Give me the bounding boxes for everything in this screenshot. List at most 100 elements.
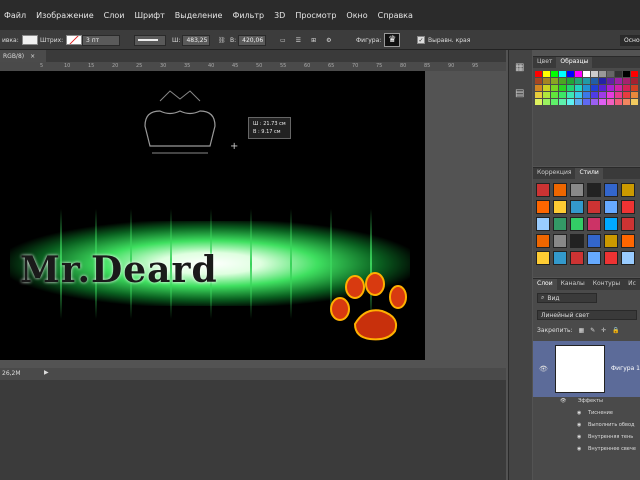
effect-bevel[interactable]: Тиснение [588,410,613,416]
style-preset[interactable] [570,217,584,231]
settings-gear-icon[interactable]: ⚙ [326,37,331,44]
style-preset[interactable] [570,251,584,265]
link-icon[interactable]: ⛓ [218,37,226,44]
color-swatch[interactable] [567,71,574,77]
color-swatch[interactable] [583,99,590,105]
tab-styles[interactable]: Стили [575,168,603,179]
visibility-eye-icon[interactable]: 👁 [539,365,548,373]
effects-eye-icon[interactable]: 👁 [560,398,566,404]
menu-type[interactable]: Шрифт [134,11,164,25]
layer-name[interactable]: Фигура 1 [611,365,640,372]
color-swatch[interactable] [623,99,630,105]
color-swatch[interactable] [535,85,542,91]
style-preset[interactable] [587,217,601,231]
color-swatch[interactable] [575,85,582,91]
document-tab[interactable]: RGB/8) × [0,50,46,62]
lock-pixels-icon[interactable]: ▦ [579,327,585,334]
menu-help[interactable]: Справка [378,11,413,25]
color-swatch[interactable] [551,92,558,98]
stroke-type-select[interactable] [134,34,166,46]
style-preset[interactable] [536,217,550,231]
color-swatch[interactable] [607,92,614,98]
style-preset[interactable] [621,217,635,231]
style-preset[interactable] [604,217,618,231]
color-swatch[interactable] [575,71,582,77]
style-preset[interactable] [553,183,567,197]
width-field[interactable]: 483,25 [182,34,211,46]
style-preset[interactable] [570,234,584,248]
color-swatch[interactable] [631,92,638,98]
lock-brush-icon[interactable]: ✎ [590,327,595,334]
color-swatch[interactable] [567,92,574,98]
style-preset[interactable] [604,183,618,197]
color-swatch[interactable] [543,92,550,98]
path-operations-icon[interactable]: ▭ [280,37,286,44]
style-preset[interactable] [621,183,635,197]
effect-bevel-eye-icon[interactable]: ◉ [577,410,581,416]
color-swatch[interactable] [559,92,566,98]
color-panel-icon[interactable]: ▦ [515,62,524,73]
lock-move-icon[interactable]: ✛ [601,327,606,334]
effect-inner-glow-eye-icon[interactable]: ◉ [577,446,581,452]
stroke-width-field[interactable]: 3 пт [82,34,120,46]
color-swatch[interactable] [551,78,558,84]
crown-shape-outline[interactable] [140,81,220,161]
color-swatch[interactable] [623,71,630,77]
menu-layers[interactable]: Слои [104,11,125,25]
color-swatch[interactable] [631,99,638,105]
color-swatch[interactable] [567,85,574,91]
align-edges-checkbox[interactable]: ✓ [417,36,425,44]
adjustments-panel-icon[interactable]: ▤ [515,88,524,99]
document-canvas[interactable]: Ш : 21.73 см В : 9.17 см + Mr.Deard [0,71,425,360]
color-swatch[interactable] [631,78,638,84]
menu-file[interactable]: Файл [4,11,26,25]
style-preset[interactable] [587,251,601,265]
tab-paths[interactable]: Контуры [589,279,624,290]
workspace-button[interactable]: Осно [620,34,640,46]
color-swatch[interactable] [615,85,622,91]
color-swatch[interactable] [615,78,622,84]
style-preset[interactable] [587,234,601,248]
color-swatch[interactable] [591,71,598,77]
color-swatch[interactable] [535,78,542,84]
color-swatch[interactable] [551,71,558,77]
menu-window[interactable]: Окно [346,11,367,25]
effect-stroke[interactable]: Выполнить обвод [588,422,634,428]
color-swatch[interactable] [559,71,566,77]
paw-print-image[interactable] [320,269,415,349]
crown-shape-picker[interactable]: ♛ [384,33,401,47]
color-swatch[interactable] [535,71,542,77]
style-preset[interactable] [621,234,635,248]
color-swatch[interactable] [543,85,550,91]
path-arrangement-icon[interactable]: ⊞ [311,37,316,44]
color-swatch[interactable] [599,92,606,98]
color-swatch[interactable] [535,99,542,105]
color-swatch[interactable] [567,99,574,105]
close-icon[interactable]: × [30,53,35,60]
color-swatch[interactable] [575,92,582,98]
stroke-type-field[interactable] [134,34,166,46]
color-swatch[interactable] [615,92,622,98]
color-swatch[interactable] [543,71,550,77]
tab-adjustments[interactable]: Коррекция [533,168,575,179]
height-field[interactable]: 420,06 [238,34,267,46]
style-preset[interactable] [570,183,584,197]
color-swatch[interactable] [583,78,590,84]
style-preset[interactable] [621,200,635,214]
style-preset[interactable] [536,234,550,248]
style-preset[interactable] [604,251,618,265]
color-swatch[interactable] [543,99,550,105]
color-swatch[interactable] [623,85,630,91]
stroke-swatch[interactable] [66,35,83,45]
style-preset[interactable] [553,200,567,214]
color-swatch[interactable] [631,71,638,77]
color-swatch[interactable] [623,78,630,84]
effect-inner-shadow[interactable]: Внутренняя тень [588,434,633,440]
blend-mode-select[interactable]: Линейный свет [537,310,637,320]
tab-layers[interactable]: Слои [533,279,557,290]
color-swatch[interactable] [583,92,590,98]
color-swatch[interactable] [591,99,598,105]
layer-filter-select[interactable]: ⌕ Вид [537,293,597,303]
path-alignment-icon[interactable]: ☰ [296,37,301,44]
color-swatch[interactable] [623,92,630,98]
